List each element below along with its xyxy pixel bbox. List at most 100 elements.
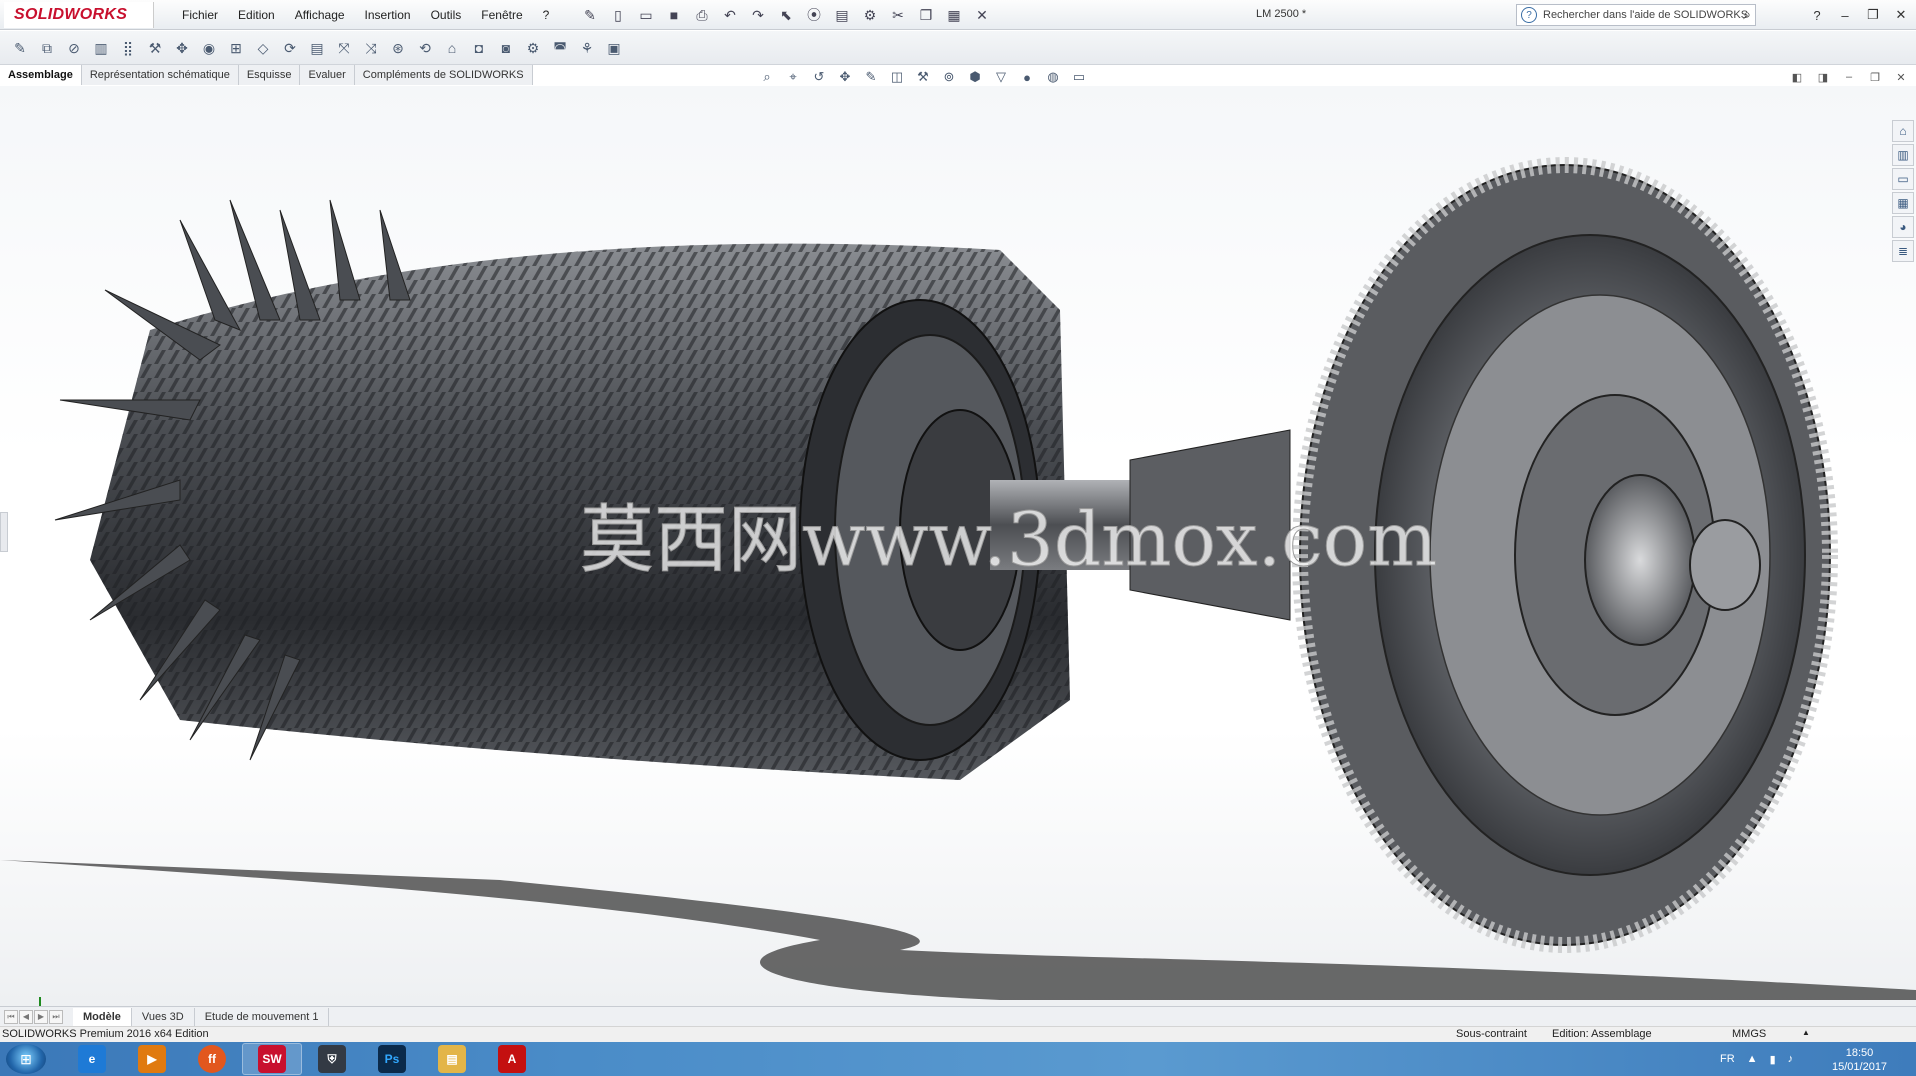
zoom-to-fit-icon[interactable]: ⌕ bbox=[756, 67, 778, 87]
next-tab-icon[interactable]: ▶ bbox=[34, 1009, 48, 1024]
zoom-to-area-icon[interactable]: ⌖ bbox=[782, 67, 804, 87]
tab-modele[interactable]: Modèle bbox=[73, 1007, 132, 1026]
save-icon[interactable]: ■ bbox=[662, 3, 686, 27]
print-icon[interactable]: ⎙ bbox=[690, 3, 714, 27]
network-icon[interactable]: ▮ bbox=[1770, 1053, 1776, 1066]
camera-3-icon[interactable]: ◚ bbox=[548, 36, 572, 60]
system-clock[interactable]: 18:50 15/01/2017 bbox=[1832, 1046, 1887, 1074]
viewport-restore-icon[interactable]: ❐ bbox=[1866, 68, 1884, 86]
hide-show-items-icon[interactable]: ⊚ bbox=[938, 67, 960, 87]
help-menu-icon[interactable]: ? bbox=[1806, 4, 1828, 26]
viewport-close-icon[interactable]: ✕ bbox=[1892, 68, 1910, 86]
close-icon[interactable]: ✕ bbox=[1890, 4, 1912, 26]
menu-fichier[interactable]: Fichier bbox=[172, 8, 228, 22]
tab-vues-3d[interactable]: Vues 3D bbox=[132, 1007, 195, 1026]
unit-system[interactable]: MMGS bbox=[1732, 1028, 1766, 1040]
display-pane-icon[interactable]: ▭ bbox=[1068, 67, 1090, 87]
explode-line-sketch-icon[interactable]: ⤨ bbox=[359, 36, 383, 60]
taskbar-explorer[interactable]: ▤ bbox=[422, 1043, 482, 1075]
taskbar-acrobat[interactable]: A bbox=[482, 1043, 542, 1075]
assembly-features-icon[interactable]: ⊞ bbox=[224, 36, 248, 60]
view-settings-icon[interactable]: ● bbox=[1016, 67, 1038, 87]
select-icon[interactable]: ⬉ bbox=[774, 3, 798, 27]
bill-of-materials-icon[interactable]: ▤ bbox=[305, 36, 329, 60]
taskbar-solidworks[interactable]: SW bbox=[242, 1043, 302, 1075]
feature-manager-collapse-handle[interactable] bbox=[0, 512, 8, 552]
traffic-light-icon[interactable]: ⦿ bbox=[802, 3, 826, 27]
large-assembly-icon[interactable]: ⚙ bbox=[521, 36, 545, 60]
taskbar-ie[interactable]: e bbox=[62, 1043, 122, 1075]
search-icon[interactable]: ⌕ bbox=[1743, 6, 1751, 23]
tab-evaluer[interactable]: Evaluer bbox=[300, 65, 355, 85]
tab-etude-mouvement[interactable]: Etude de mouvement 1 bbox=[195, 1007, 330, 1026]
camera-icon[interactable]: ◘ bbox=[467, 36, 491, 60]
file-properties-icon[interactable]: ▤ bbox=[830, 3, 854, 27]
tab-representation-schematique[interactable]: Représentation schématique bbox=[81, 65, 239, 85]
apply-scene-icon[interactable]: ▽ bbox=[990, 67, 1012, 87]
new-motion-study-icon[interactable]: ⟳ bbox=[278, 36, 302, 60]
image-icon[interactable]: ▣ bbox=[602, 36, 626, 60]
custom-properties-icon[interactable]: ≣ bbox=[1892, 240, 1914, 262]
pin-icon[interactable]: ✎ bbox=[578, 3, 602, 27]
first-tab-icon[interactable]: ⏮ bbox=[4, 1009, 18, 1024]
restore-icon[interactable]: ❐ bbox=[1862, 4, 1884, 26]
update-speedpak-icon[interactable]: ⟲ bbox=[413, 36, 437, 60]
linear-pattern-icon[interactable]: ⣿ bbox=[116, 36, 140, 60]
solidworks-logo[interactable]: SOLIDWORKS bbox=[4, 2, 154, 28]
edit-appearance-icon[interactable]: ⬢ bbox=[964, 67, 986, 87]
display-style-icon[interactable]: ⚒ bbox=[912, 67, 934, 87]
language-indicator[interactable]: FR bbox=[1720, 1053, 1735, 1065]
appearances-icon[interactable]: ◕ bbox=[1892, 216, 1914, 238]
instant3d-icon[interactable]: ⊛ bbox=[386, 36, 410, 60]
undo-icon[interactable]: ↶ bbox=[718, 3, 742, 27]
show-hidden-icon[interactable]: ◉ bbox=[197, 36, 221, 60]
viewport-minimize-icon[interactable]: ‒ bbox=[1840, 68, 1858, 86]
edit-component-icon[interactable]: ✎ bbox=[8, 36, 32, 60]
graphics-area[interactable]: 莫西网www.3dmox.com bbox=[0, 86, 1916, 1006]
taskbar-photoshop[interactable]: Ps bbox=[362, 1043, 422, 1075]
view-orientation-icon[interactable]: ◫ bbox=[886, 67, 908, 87]
view-palette-icon[interactable]: ▦ bbox=[1892, 192, 1914, 214]
tab-complements[interactable]: Compléments de SOLIDWORKS bbox=[354, 65, 533, 85]
prev-tab-icon[interactable]: ◀ bbox=[19, 1009, 33, 1024]
mate-icon[interactable]: ⊘ bbox=[62, 36, 86, 60]
smart-fasteners-icon[interactable]: ⚒ bbox=[143, 36, 167, 60]
menu-help[interactable]: ? bbox=[533, 8, 560, 22]
previous-view-icon[interactable]: ↺ bbox=[808, 67, 830, 87]
menu-affichage[interactable]: Affichage bbox=[285, 8, 355, 22]
help-search[interactable]: ? Rechercher dans l'aide de SOLIDWORKS ⌕ bbox=[1516, 4, 1756, 26]
camera-2-icon[interactable]: ◙ bbox=[494, 36, 518, 60]
realview-icon[interactable]: ◍ bbox=[1042, 67, 1064, 87]
section-view-icon[interactable]: ✥ bbox=[834, 67, 856, 87]
options-gear-icon[interactable]: ⚙ bbox=[858, 3, 882, 27]
menu-fenetre[interactable]: Fenêtre bbox=[471, 8, 532, 22]
design-library-icon[interactable]: ▥ bbox=[1892, 144, 1914, 166]
reference-geometry-icon[interactable]: ◇ bbox=[251, 36, 275, 60]
copy-icon[interactable]: ❐ bbox=[914, 3, 938, 27]
minimize-icon[interactable]: ‒ bbox=[1834, 4, 1856, 26]
dynamic-annotation-icon[interactable]: ✎ bbox=[860, 67, 882, 87]
take-snapshot-icon[interactable]: ⌂ bbox=[440, 36, 464, 60]
volume-icon[interactable]: ♪ bbox=[1788, 1053, 1794, 1065]
taskbar-media[interactable]: ▶ bbox=[122, 1043, 182, 1075]
tab-esquisse[interactable]: Esquisse bbox=[238, 65, 301, 85]
show-hidden-icons-icon[interactable]: ▲ bbox=[1747, 1053, 1758, 1065]
menu-outils[interactable]: Outils bbox=[421, 8, 472, 22]
taskbar-game[interactable]: ⛨ bbox=[302, 1043, 362, 1075]
redo-icon[interactable]: ↷ bbox=[746, 3, 770, 27]
exploded-view-icon[interactable]: ⤧ bbox=[332, 36, 356, 60]
last-tab-icon[interactable]: ⏭ bbox=[49, 1009, 63, 1024]
insert-components-icon[interactable]: ⧉ bbox=[35, 36, 59, 60]
move-component-icon[interactable]: ✥ bbox=[170, 36, 194, 60]
new-document-icon[interactable]: ▯ bbox=[606, 3, 630, 27]
menu-insertion[interactable]: Insertion bbox=[355, 8, 421, 22]
tab-assemblage[interactable]: Assemblage bbox=[0, 65, 82, 85]
component-preview-icon[interactable]: ▥ bbox=[89, 36, 113, 60]
viewport-tile-right-icon[interactable]: ◨ bbox=[1814, 68, 1832, 86]
open-icon[interactable]: ▭ bbox=[634, 3, 658, 27]
units-menu-arrow-icon[interactable]: ▲ bbox=[1802, 1028, 1810, 1037]
paste-icon[interactable]: ▦ bbox=[942, 3, 966, 27]
file-explorer-icon[interactable]: ▭ bbox=[1892, 168, 1914, 190]
home-icon[interactable]: ⌂ bbox=[1892, 120, 1914, 142]
cut-icon[interactable]: ✂ bbox=[886, 3, 910, 27]
